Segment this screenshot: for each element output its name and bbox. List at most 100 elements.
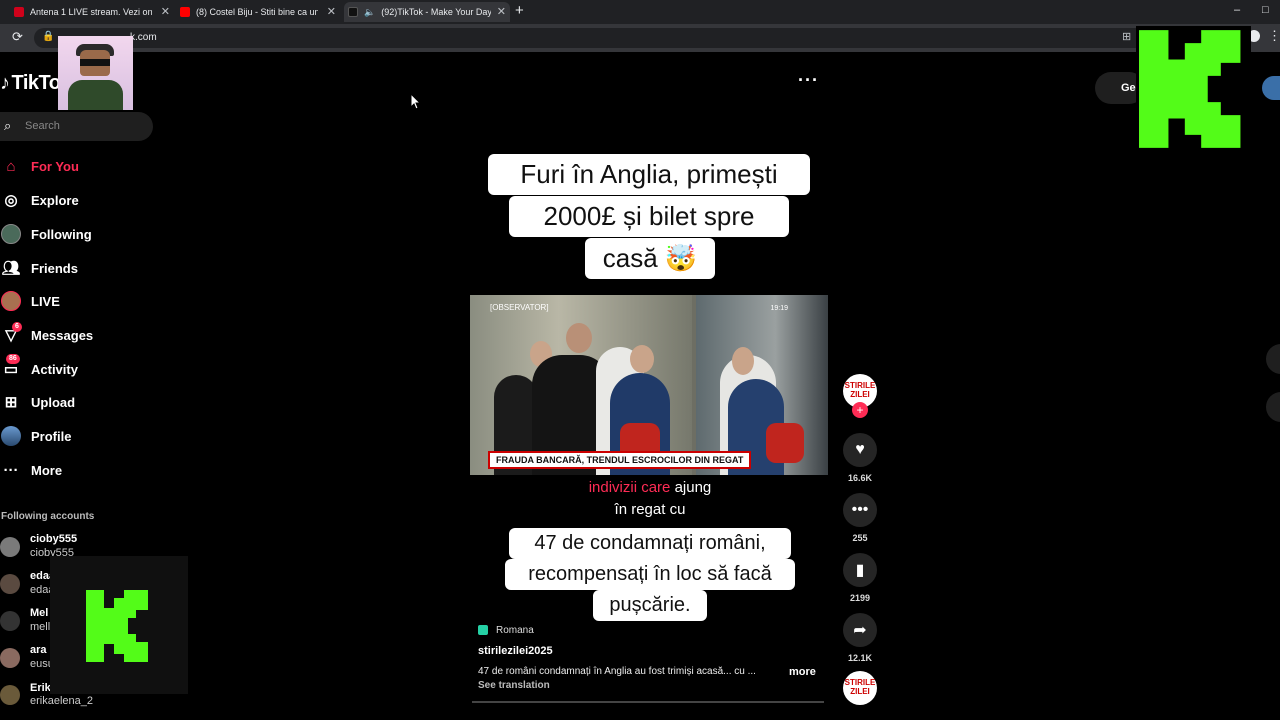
maximize-button[interactable]: □ xyxy=(1262,4,1269,16)
address-bar[interactable]: 🔒 k.com xyxy=(34,28,1244,48)
nav-following[interactable]: Following xyxy=(0,222,92,246)
title-caption-line: casă 🤯 xyxy=(585,238,715,279)
nav-activity[interactable]: ▭ 86 Activity xyxy=(0,354,78,381)
search-icon: ⌕ xyxy=(4,118,12,133)
url-text: k.com xyxy=(130,32,157,43)
search-input[interactable]: ⌕ Search xyxy=(0,112,153,141)
tiktok-note-icon: ♪ xyxy=(0,72,10,94)
nav-explore[interactable]: ◎ Explore xyxy=(0,188,79,212)
nav-label: Messages xyxy=(31,327,94,343)
streamer-avatar-overlay xyxy=(58,36,133,110)
antena-favicon-icon xyxy=(14,7,24,17)
subtitle-text: ajung xyxy=(670,479,712,496)
upload-icon: ⊞ xyxy=(4,394,18,411)
nav-label: Following xyxy=(31,226,92,242)
sunglasses-icon xyxy=(80,59,110,66)
nav-upload[interactable]: ⊞ Upload xyxy=(0,390,75,414)
messages-badge: 6 xyxy=(12,322,22,332)
kick-logo-overlay-large xyxy=(1136,26,1251,151)
share-button[interactable]: ➦ xyxy=(843,613,877,647)
search-placeholder: Search xyxy=(25,120,60,132)
nav-label: Explore xyxy=(31,192,79,208)
compass-icon: ◎ xyxy=(4,192,18,209)
next-video-button[interactable] xyxy=(1266,392,1280,422)
channel-logo: [OBSERVATOR] xyxy=(490,303,549,312)
save-count: 2199 xyxy=(849,593,871,603)
profile-corner-avatar[interactable] xyxy=(1262,76,1280,100)
nav-live[interactable]: LIVE xyxy=(0,289,60,313)
get-app-label: Ge xyxy=(1121,82,1136,94)
tab-title: (92)TikTok - Make Your Day xyxy=(381,7,492,17)
extension-icon[interactable]: ⊞ xyxy=(1122,30,1131,43)
person-head xyxy=(732,347,754,375)
title-caption-line: 2000£ și bilet spre xyxy=(509,196,789,237)
video-more-options-icon[interactable]: ··· xyxy=(798,70,819,91)
close-icon[interactable]: ✕ xyxy=(497,5,506,18)
tab-youtube[interactable]: (8) Costel Biju - Stiti bine ca un m ✕ xyxy=(180,2,340,22)
video-tag[interactable]: Romana xyxy=(478,622,534,638)
description-more-link[interactable]: more xyxy=(789,666,816,678)
creator-badge-text: STIRILE ZILEI xyxy=(844,381,876,399)
avatar-body xyxy=(68,80,123,110)
nav-messages[interactable]: ▽ 6 Messages xyxy=(0,322,94,347)
browser-tab-bar: Antena 1 LIVE stream. Vezi online ✕ (8) … xyxy=(0,0,1280,24)
tab-antena[interactable]: Antena 1 LIVE stream. Vezi online ✕ xyxy=(14,2,174,22)
like-button[interactable]: ♥ xyxy=(843,433,877,467)
avatar xyxy=(0,648,20,668)
follow-button[interactable]: + xyxy=(852,402,868,418)
reload-icon[interactable]: ⟳ xyxy=(12,29,23,45)
nav-more[interactable]: ··· More xyxy=(0,458,63,482)
nav-label: More xyxy=(31,462,63,478)
share-icon: ➦ xyxy=(853,622,867,639)
red-bag xyxy=(766,423,804,463)
avatar xyxy=(0,611,20,631)
see-translation-link[interactable]: See translation xyxy=(478,680,550,691)
kick-k-icon xyxy=(86,590,148,662)
nav-label: Activity xyxy=(31,361,78,377)
new-tab-button[interactable]: + xyxy=(515,2,524,19)
comment-count: 255 xyxy=(852,533,868,543)
save-button[interactable]: ▮ xyxy=(843,553,877,587)
nav-friends[interactable]: 👥︎ Friends xyxy=(0,256,78,280)
messages-icon: ▽ 6 xyxy=(0,322,22,346)
bookmark-icon: ▮ xyxy=(855,562,865,579)
site-info-icon[interactable]: 🔒 xyxy=(42,31,54,42)
avatar xyxy=(0,574,20,594)
following-accounts-title: Following accounts xyxy=(1,511,95,522)
youtube-favicon-icon xyxy=(180,7,190,17)
previous-video-button[interactable] xyxy=(1266,344,1280,374)
comment-button[interactable]: ••• xyxy=(843,493,877,527)
tag-label: Romana xyxy=(496,624,534,636)
home-icon: ⌂ xyxy=(6,157,16,175)
close-icon[interactable]: ✕ xyxy=(327,5,336,18)
video-description: 47 de români condamnați în Anglia au fos… xyxy=(478,666,756,677)
video-author[interactable]: stirilezilei2025 xyxy=(478,645,553,657)
video-subtitle: indivizii care ajung xyxy=(560,477,740,499)
tab-tiktok[interactable]: 🔈 (92)TikTok - Make Your Day ✕ xyxy=(344,2,510,22)
news-clip: [OBSERVATOR] 19:19 FRAUDA BANCARĂ, TREND… xyxy=(470,295,828,475)
close-icon[interactable]: ✕ xyxy=(161,5,170,18)
account-handle: erikaelena_2 xyxy=(30,695,93,707)
minimize-button[interactable]: – xyxy=(1234,4,1240,16)
browser-toolbar: ⟳ 🔒 k.com xyxy=(0,24,1280,52)
nav-label: LIVE xyxy=(31,293,60,309)
nav-label: Profile xyxy=(31,428,72,444)
account-name: cioby555 xyxy=(30,533,78,545)
speaker-icon[interactable]: 🔈 xyxy=(364,7,375,18)
tiktok-favicon-icon xyxy=(348,7,358,17)
music-disc-avatar[interactable]: STIRILE ZILEI xyxy=(843,671,877,705)
nav-label: Upload xyxy=(31,394,76,410)
following-avatar-icon xyxy=(0,223,22,245)
tab-title: (8) Costel Biju - Stiti bine ca un m xyxy=(196,7,318,17)
activity-icon: ▭ 86 xyxy=(3,354,20,378)
tag-icon xyxy=(478,625,488,635)
creator-badge-text: STIRILE ZILEI xyxy=(844,678,876,696)
kick-logo-overlay-small xyxy=(50,556,188,694)
video-progress-bar[interactable] xyxy=(472,701,824,703)
nav-profile[interactable]: Profile xyxy=(0,424,71,448)
browser-menu-icon[interactable]: ⋮ xyxy=(1268,28,1280,44)
nav-for-you[interactable]: ⌂ For You xyxy=(0,154,78,178)
account-handle: mell xyxy=(30,621,51,633)
subtitle-highlight: indivizii care xyxy=(588,479,671,496)
heart-icon: ♥ xyxy=(855,441,865,458)
